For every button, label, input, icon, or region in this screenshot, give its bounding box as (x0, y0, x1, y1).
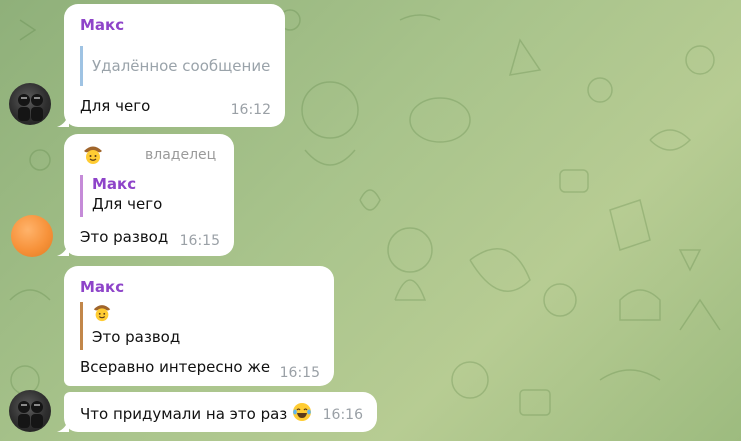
reply-sender: Макс (92, 175, 137, 193)
message-time: 16:15 (179, 233, 220, 249)
reply-quote[interactable]: Удалённое сообщение (80, 46, 284, 86)
message-bubble[interactable]: Макс Это развод Всеравно интересно же 16… (64, 266, 334, 386)
message-bubble[interactable]: Макс Удалённое сообщение Для чего 16:12 (57, 4, 285, 127)
message-text: Всеравно интересно же (80, 358, 271, 376)
laughing-emoji (292, 402, 312, 426)
message-text: Это развод (80, 228, 169, 246)
message-bubble[interactable]: Что придумали на это раз 16:16 (57, 392, 377, 432)
bubble-tail (57, 113, 69, 127)
bubble-tail (57, 242, 69, 256)
message-time: 16:16 (322, 407, 363, 423)
orange-avatar[interactable] (11, 215, 53, 257)
message-text-content: Что придумали на это раз (80, 405, 288, 423)
cowboy-emoji (92, 302, 292, 326)
sender-name[interactable]: Макс (80, 16, 124, 34)
sender-name[interactable]: Макс (80, 278, 124, 296)
reply-quote[interactable]: Макс Для чего (80, 175, 222, 217)
reply-quote[interactable]: Это развод (80, 302, 292, 350)
message-bubble[interactable]: владелец Макс Для чего Это развод 16:15 (57, 134, 234, 256)
message-time: 16:15 (279, 365, 320, 381)
reply-text: Удалённое сообщение (92, 57, 271, 75)
reply-text: Это развод (92, 328, 181, 346)
dark-avatar[interactable] (9, 390, 51, 432)
message-text: Для чего (80, 97, 151, 115)
chat-area[interactable]: Макс Удалённое сообщение Для чего 16:12 … (0, 0, 741, 441)
owner-role-label: владелец (145, 147, 217, 163)
reply-text: Для чего (92, 195, 163, 213)
message-text: Что придумали на это раз (80, 402, 312, 426)
dark-avatar[interactable] (9, 83, 51, 125)
bubble-tail (57, 418, 69, 432)
message-time: 16:12 (230, 102, 271, 118)
cowboy-emoji (82, 143, 104, 169)
